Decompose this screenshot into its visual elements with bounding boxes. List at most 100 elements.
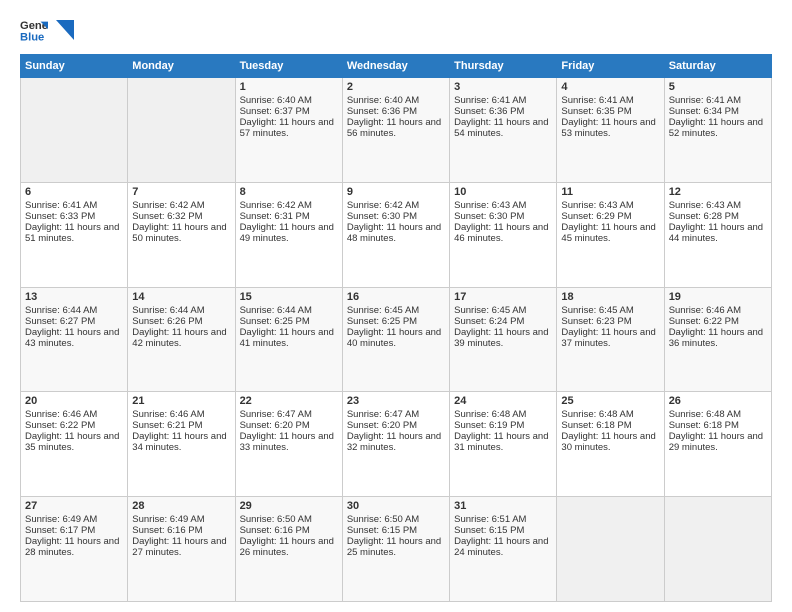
day-info: Sunset: 6:27 PM [25,316,123,327]
day-number: 24 [454,395,552,407]
day-info: Daylight: 11 hours and 41 minutes. [240,327,338,349]
day-info: Sunset: 6:16 PM [132,525,230,536]
day-number: 10 [454,186,552,198]
weekday-header-friday: Friday [557,55,664,78]
day-info: Daylight: 11 hours and 46 minutes. [454,222,552,244]
day-info: Daylight: 11 hours and 32 minutes. [347,431,445,453]
day-info: Sunrise: 6:42 AM [132,200,230,211]
calendar-week-row: 1Sunrise: 6:40 AMSunset: 6:37 PMDaylight… [21,78,772,183]
day-number: 26 [669,395,767,407]
calendar-cell: 29Sunrise: 6:50 AMSunset: 6:16 PMDayligh… [235,497,342,602]
day-number: 28 [132,500,230,512]
day-info: Daylight: 11 hours and 39 minutes. [454,327,552,349]
day-info: Daylight: 11 hours and 52 minutes. [669,117,767,139]
day-info: Daylight: 11 hours and 44 minutes. [669,222,767,244]
day-number: 20 [25,395,123,407]
calendar-cell: 2Sunrise: 6:40 AMSunset: 6:36 PMDaylight… [342,78,449,183]
day-info: Sunrise: 6:41 AM [454,95,552,106]
day-info: Daylight: 11 hours and 49 minutes. [240,222,338,244]
day-info: Sunrise: 6:48 AM [454,409,552,420]
day-info: Sunrise: 6:45 AM [347,305,445,316]
calendar-table: SundayMondayTuesdayWednesdayThursdayFrid… [20,54,772,602]
calendar-cell: 12 Sunrise: 6:43 AMSunset: 6:28 PMDayligh… [664,182,771,287]
weekday-header-saturday: Saturday [664,55,771,78]
day-number: 23 [347,395,445,407]
day-info: Sunset: 6:24 PM [454,316,552,327]
day-info: Sunset: 6:31 PM [240,211,338,222]
day-info: Sunset: 6:22 PM [669,316,767,327]
day-info: Sunrise: 6:43 AM [669,200,767,211]
day-info: Daylight: 11 hours and 45 minutes. [561,222,659,244]
weekday-header-monday: Monday [128,55,235,78]
calendar-cell: 17Sunrise: 6:45 AMSunset: 6:24 PMDayligh… [450,287,557,392]
day-info: Sunset: 6:37 PM [240,106,338,117]
calendar-cell [21,78,128,183]
day-info: Sunrise: 6:46 AM [25,409,123,420]
header: General Blue [20,16,772,44]
calendar-cell: 9Sunrise: 6:42 AMSunset: 6:30 PMDaylight… [342,182,449,287]
day-info: Sunset: 6:17 PM [25,525,123,536]
day-number: 11 [561,186,659,198]
day-info: Sunrise: 6:50 AM [347,514,445,525]
day-number: 25 [561,395,659,407]
day-number: 27 [25,500,123,512]
day-number: 6 [25,186,123,198]
day-info: Sunset: 6:16 PM [240,525,338,536]
day-number: 31 [454,500,552,512]
day-info: Sunset: 6:32 PM [132,211,230,222]
calendar-cell: 20Sunrise: 6:46 AMSunset: 6:22 PMDayligh… [21,392,128,497]
day-number: 29 [240,500,338,512]
day-info: Daylight: 11 hours and 30 minutes. [561,431,659,453]
day-number: 30 [347,500,445,512]
day-info: Daylight: 11 hours and 27 minutes. [132,536,230,558]
day-info: Sunrise: 6:48 AM [669,409,767,420]
calendar-week-row: 27Sunrise: 6:49 AMSunset: 6:17 PMDayligh… [21,497,772,602]
day-info: Sunset: 6:25 PM [347,316,445,327]
day-info: Daylight: 11 hours and 42 minutes. [132,327,230,349]
calendar-header-row: SundayMondayTuesdayWednesdayThursdayFrid… [21,55,772,78]
day-number: 8 [240,186,338,198]
day-number: 17 [454,291,552,303]
day-number: 16 [347,291,445,303]
day-info: Sunset: 6:25 PM [240,316,338,327]
calendar-cell: 15Sunrise: 6:44 AMSunset: 6:25 PMDayligh… [235,287,342,392]
day-info: Daylight: 11 hours and 48 minutes. [347,222,445,244]
day-info: Sunset: 6:19 PM [454,420,552,431]
calendar-cell [557,497,664,602]
day-number: 18 [561,291,659,303]
day-info: Sunset: 6:18 PM [669,420,767,431]
day-info: Sunset: 6:18 PM [561,420,659,431]
day-info: Daylight: 11 hours and 57 minutes. [240,117,338,139]
calendar-cell: 14Sunrise: 6:44 AMSunset: 6:26 PMDayligh… [128,287,235,392]
day-info: Sunrise: 6:41 AM [669,95,767,106]
weekday-header-thursday: Thursday [450,55,557,78]
day-info: Sunset: 6:21 PM [132,420,230,431]
calendar-cell [128,78,235,183]
day-number: 12 [669,186,767,198]
day-info: Sunset: 6:20 PM [347,420,445,431]
calendar-cell: 16Sunrise: 6:45 AMSunset: 6:25 PMDayligh… [342,287,449,392]
day-info: Sunset: 6:29 PM [561,211,659,222]
day-info: Sunset: 6:26 PM [132,316,230,327]
day-info: Sunset: 6:30 PM [454,211,552,222]
calendar-week-row: 20Sunrise: 6:46 AMSunset: 6:22 PMDayligh… [21,392,772,497]
day-info: Daylight: 11 hours and 33 minutes. [240,431,338,453]
calendar-cell: 25 Sunrise: 6:48 AMSunset: 6:18 PMDayligh… [557,392,664,497]
calendar-cell: 18Sunrise: 6:45 AMSunset: 6:23 PMDayligh… [557,287,664,392]
day-info: Daylight: 11 hours and 51 minutes. [25,222,123,244]
calendar-cell: 22Sunrise: 6:47 AMSunset: 6:20 PMDayligh… [235,392,342,497]
day-info: Sunset: 6:20 PM [240,420,338,431]
calendar-cell: 21Sunrise: 6:46 AMSunset: 6:21 PMDayligh… [128,392,235,497]
day-info: Daylight: 11 hours and 31 minutes. [454,431,552,453]
calendar-cell: 30Sunrise: 6:50 AMSunset: 6:15 PMDayligh… [342,497,449,602]
day-number: 5 [669,81,767,93]
day-info: Sunset: 6:36 PM [347,106,445,117]
calendar-cell: 13Sunrise: 6:44 AMSunset: 6:27 PMDayligh… [21,287,128,392]
day-info: Sunrise: 6:47 AM [240,409,338,420]
day-info: Sunset: 6:28 PM [669,211,767,222]
calendar-cell: 11Sunrise: 6:43 AMSunset: 6:29 PMDayligh… [557,182,664,287]
day-info: Sunrise: 6:48 AM [561,409,659,420]
calendar-cell: 19Sunrise: 6:46 AMSunset: 6:22 PMDayligh… [664,287,771,392]
calendar-cell: 8Sunrise: 6:42 AMSunset: 6:31 PMDaylight… [235,182,342,287]
day-number: 15 [240,291,338,303]
